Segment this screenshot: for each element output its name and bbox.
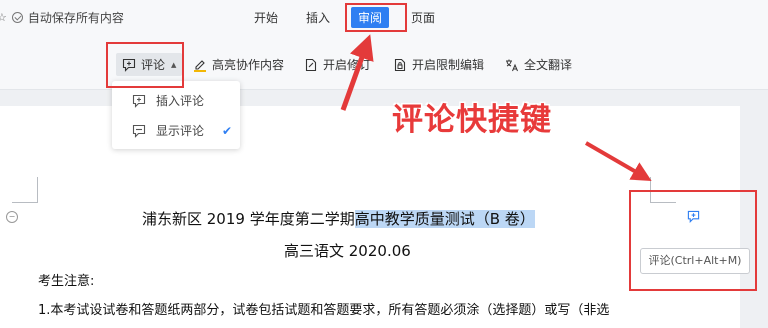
arrow-to-comment-area xyxy=(584,141,652,182)
arrow-to-review-tab xyxy=(340,34,374,111)
annotation-arrows xyxy=(340,34,652,182)
